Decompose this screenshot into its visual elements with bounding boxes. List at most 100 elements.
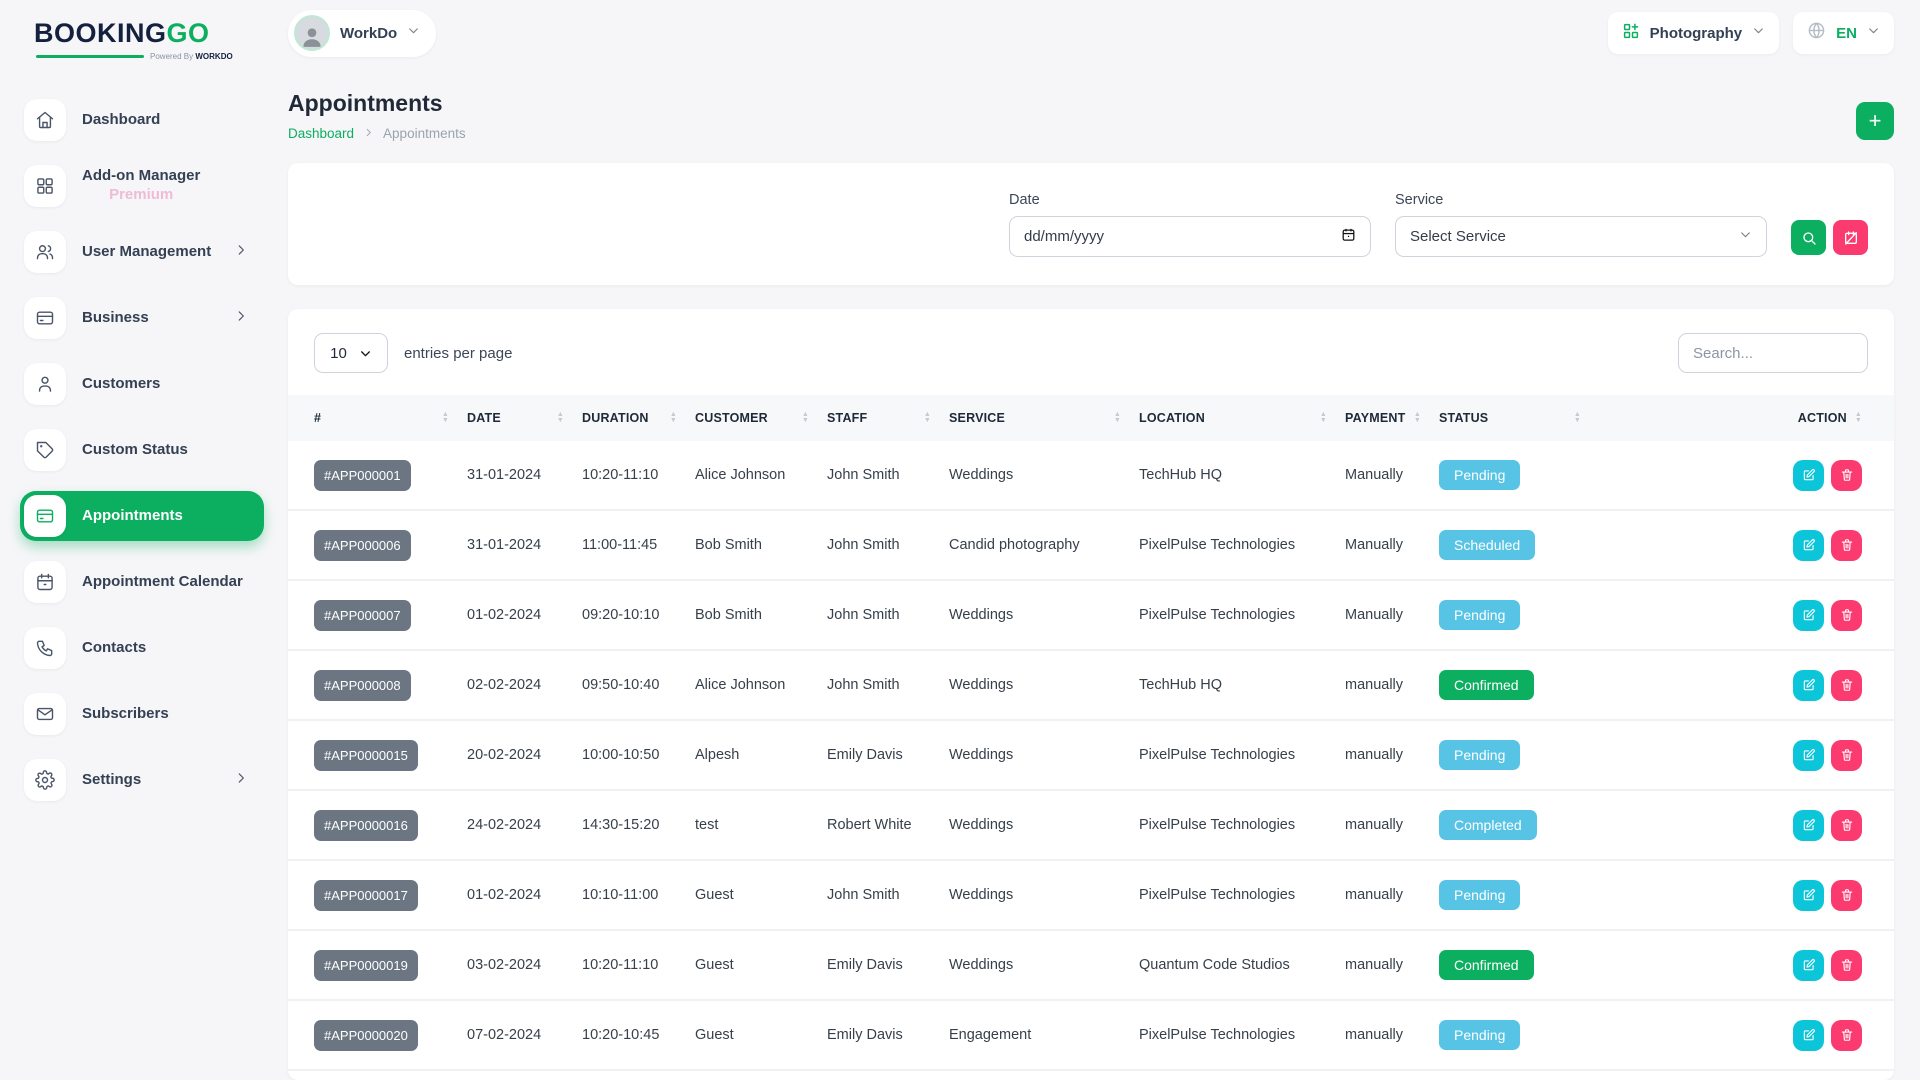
edit-appointment-button[interactable] — [1793, 880, 1824, 911]
delete-appointment-button[interactable] — [1831, 530, 1862, 561]
appointment-id-badge: #APP000007 — [314, 600, 411, 631]
page-title: Appointments — [288, 90, 466, 117]
cell-action — [1599, 460, 1862, 491]
edit-pencil-icon — [1802, 1028, 1816, 1042]
cell-customer: Alice Johnson — [695, 467, 827, 483]
chevron-down-icon — [1739, 228, 1752, 245]
sidebar-item-subscribers[interactable]: Subscribers — [20, 689, 264, 739]
cell-duration: 11:00-11:45 — [582, 537, 695, 553]
gear-icon — [24, 759, 66, 801]
appointment-id-badge: #APP000008 — [314, 670, 411, 701]
cell-location: PixelPulse Technologies — [1139, 607, 1345, 623]
delete-appointment-button[interactable] — [1831, 600, 1862, 631]
cell-date: 20-02-2024 — [467, 747, 582, 763]
cell-location: TechHub HQ — [1139, 677, 1345, 693]
sort-arrows-icon: ▲▼ — [557, 412, 564, 424]
table-search-input[interactable] — [1678, 333, 1868, 373]
cell-staff: Robert White — [827, 817, 949, 833]
edit-pencil-icon — [1802, 818, 1816, 832]
breadcrumb-current: Appointments — [383, 126, 466, 141]
appointment-id-badge: #APP0000019 — [314, 950, 418, 981]
cell-staff: John Smith — [827, 607, 949, 623]
column-header-id[interactable]: #▲▼ — [314, 411, 467, 425]
status-badge: Pending — [1439, 1020, 1520, 1050]
delete-appointment-button[interactable] — [1831, 460, 1862, 491]
delete-appointment-button[interactable] — [1831, 810, 1862, 841]
filter-search-button[interactable] — [1791, 220, 1826, 255]
breadcrumb-dashboard-link[interactable]: Dashboard — [288, 126, 354, 141]
edit-appointment-button[interactable] — [1793, 1020, 1824, 1051]
table-row: #APP0000015 20-02-2024 10:00-10:50 Alpes… — [288, 721, 1894, 791]
delete-appointment-button[interactable] — [1831, 670, 1862, 701]
add-appointment-button[interactable]: + — [1856, 102, 1894, 140]
cell-customer: Guest — [695, 887, 827, 903]
cell-action — [1599, 880, 1862, 911]
delete-appointment-button[interactable] — [1831, 1020, 1862, 1051]
filter-reset-button[interactable] — [1833, 220, 1868, 255]
column-header-payment[interactable]: PAYMENT▲▼ — [1345, 411, 1439, 425]
workspace-name: WorkDo — [340, 25, 397, 42]
status-badge: Confirmed — [1439, 950, 1534, 980]
edit-appointment-button[interactable] — [1793, 460, 1824, 491]
cell-duration: 10:20-11:10 — [582, 467, 695, 483]
brand-tagline: Powered By WORKDO — [34, 52, 260, 61]
column-header-status[interactable]: STATUS▲▼ — [1439, 411, 1599, 425]
column-header-service[interactable]: SERVICE▲▼ — [949, 411, 1139, 425]
calendar-picker-icon[interactable] — [1341, 227, 1356, 246]
column-header-action[interactable]: ACTION▲▼ — [1599, 411, 1862, 425]
column-header-date[interactable]: DATE▲▼ — [467, 411, 582, 425]
sidebar-item-contacts[interactable]: Contacts — [20, 623, 264, 673]
status-badge: Scheduled — [1439, 530, 1535, 560]
sidebar-item-business[interactable]: Business — [20, 293, 264, 343]
column-header-customer[interactable]: CUSTOMER▲▼ — [695, 411, 827, 425]
sidebar-item-custom-status[interactable]: Custom Status — [20, 425, 264, 475]
table-row: #APP0000019 03-02-2024 10:20-11:10 Guest… — [288, 931, 1894, 1001]
edit-appointment-button[interactable] — [1793, 810, 1824, 841]
date-input[interactable]: dd/mm/yyyy — [1009, 216, 1371, 257]
delete-appointment-button[interactable] — [1831, 950, 1862, 981]
category-switcher[interactable]: Photography — [1608, 12, 1780, 54]
chevron-right-icon — [363, 126, 374, 141]
sidebar-nav: Dashboard Add-on ManagerPremium User Manag… — [20, 95, 264, 805]
sidebar-item-appointments[interactable]: Appointments — [20, 491, 264, 541]
date-filter-label: Date — [1009, 192, 1371, 208]
service-select[interactable]: Select Service — [1395, 216, 1767, 257]
language-switcher[interactable]: EN — [1793, 12, 1894, 54]
edit-appointment-button[interactable] — [1793, 950, 1824, 981]
sidebar-item-dashboard[interactable]: Dashboard — [20, 95, 264, 145]
table-row: #APP0000020 07-02-2024 10:20-10:45 Guest… — [288, 1001, 1894, 1071]
column-header-duration[interactable]: DURATION▲▼ — [582, 411, 695, 425]
brand-underline — [36, 55, 144, 58]
sort-arrows-icon: ▲▼ — [1574, 412, 1581, 424]
cell-payment: Manually — [1345, 537, 1439, 553]
workspace-switcher[interactable]: WorkDo — [288, 10, 436, 57]
grid-icon — [24, 165, 66, 207]
sidebar-item-user-management[interactable]: User Management — [20, 227, 264, 277]
cell-date: 07-02-2024 — [467, 1027, 582, 1043]
status-badge: Completed — [1439, 810, 1537, 840]
edit-appointment-button[interactable] — [1793, 670, 1824, 701]
page-size-select[interactable]: 10 — [314, 333, 388, 373]
service-filter-field: Service Select Service — [1395, 192, 1767, 257]
sidebar-item-appointment-calendar[interactable]: Appointment Calendar — [20, 557, 264, 607]
edit-pencil-icon — [1802, 538, 1816, 552]
sidebar-item-settings[interactable]: Settings — [20, 755, 264, 805]
delete-appointment-button[interactable] — [1831, 740, 1862, 771]
brand-logo[interactable]: BOOKINGGO Powered By WORKDO — [20, 14, 264, 61]
column-header-staff[interactable]: STAFF▲▼ — [827, 411, 949, 425]
calendar-off-icon — [1843, 230, 1859, 246]
sidebar-item-customers[interactable]: Customers — [20, 359, 264, 409]
sort-arrows-icon: ▲▼ — [1414, 412, 1421, 424]
cell-payment: Manually — [1345, 467, 1439, 483]
edit-appointment-button[interactable] — [1793, 530, 1824, 561]
delete-appointment-button[interactable] — [1831, 880, 1862, 911]
cell-customer: test — [695, 817, 827, 833]
edit-appointment-button[interactable] — [1793, 600, 1824, 631]
cell-action — [1599, 670, 1862, 701]
cell-date: 24-02-2024 — [467, 817, 582, 833]
column-header-location[interactable]: LOCATION▲▼ — [1139, 411, 1345, 425]
cell-date: 31-01-2024 — [467, 537, 582, 553]
cell-service: Engagement — [949, 1027, 1139, 1043]
edit-appointment-button[interactable] — [1793, 740, 1824, 771]
sidebar-item-add-on-manager[interactable]: Add-on ManagerPremium — [20, 161, 264, 211]
